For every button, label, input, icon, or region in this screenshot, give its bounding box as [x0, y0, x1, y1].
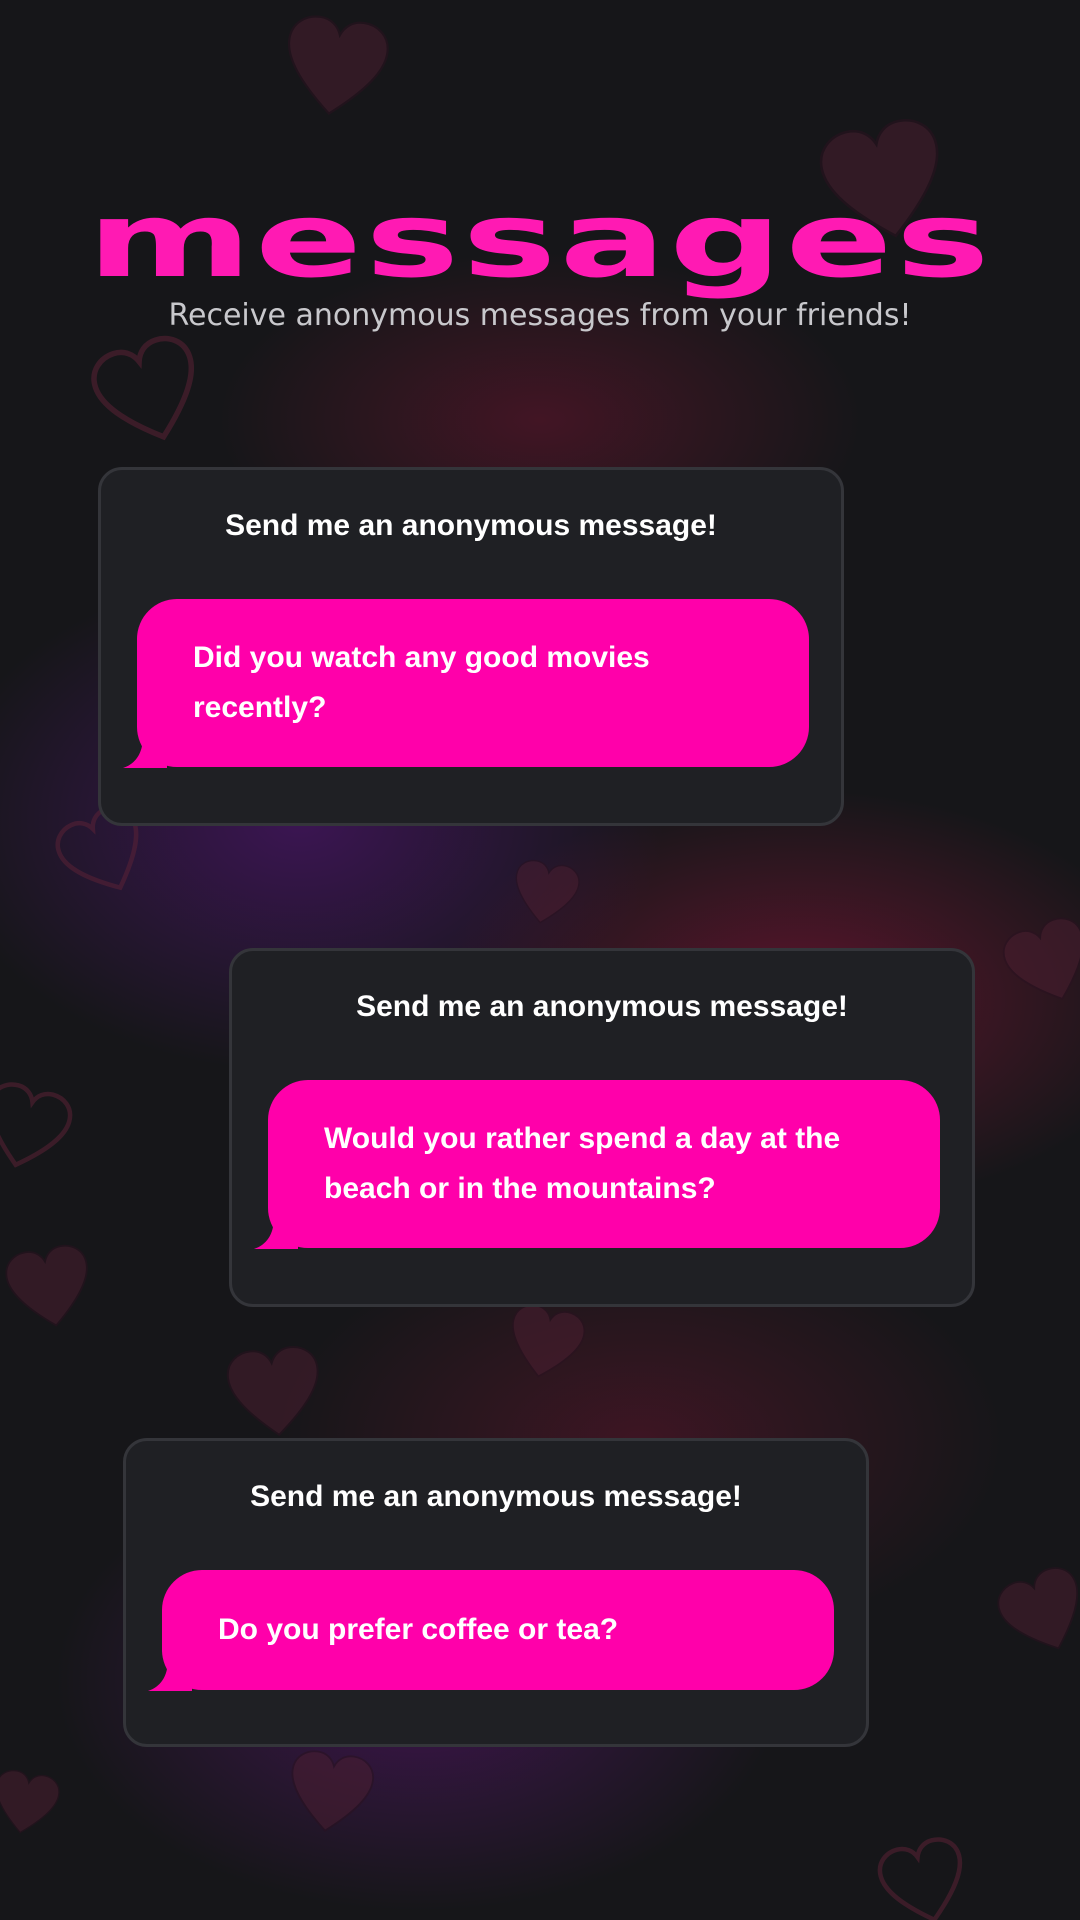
message-bubble[interactable]: Would you rather spend a day at the beac…: [254, 1080, 940, 1249]
card-header: Send me an anonymous message!: [225, 509, 717, 542]
message-card[interactable]: Send me an anonymous message! Did you wa…: [98, 467, 844, 826]
message-card[interactable]: Send me an anonymous message! Would you …: [229, 948, 975, 1307]
heart-icon: [515, 859, 580, 924]
message-text: Would you rather spend a day at the beac…: [324, 1122, 841, 1205]
heart-icon: [5, 1244, 88, 1327]
card-header: Send me an anonymous message!: [356, 990, 848, 1023]
message-card[interactable]: Send me an anonymous message! Do you pre…: [123, 1438, 869, 1747]
bubble-tail: [123, 724, 167, 768]
heart-icon: [226, 1346, 319, 1437]
message-bubble[interactable]: Did you watch any good movies recently?: [123, 599, 809, 768]
page-title: messages: [87, 179, 993, 301]
message-text: Did you watch any good movies recently?: [193, 641, 650, 724]
heart-icon: [291, 1750, 374, 1832]
bubble-tail: [254, 1205, 298, 1249]
bubble-tail: [148, 1647, 192, 1691]
message-bubble[interactable]: Do you prefer coffee or tea?: [148, 1570, 834, 1691]
message-text: Do you prefer coffee or tea?: [218, 1613, 619, 1646]
card-header: Send me an anonymous message!: [250, 1480, 742, 1513]
heart-icon: [287, 15, 389, 115]
page-subtitle: Receive anonymous messages from your fri…: [168, 298, 912, 333]
